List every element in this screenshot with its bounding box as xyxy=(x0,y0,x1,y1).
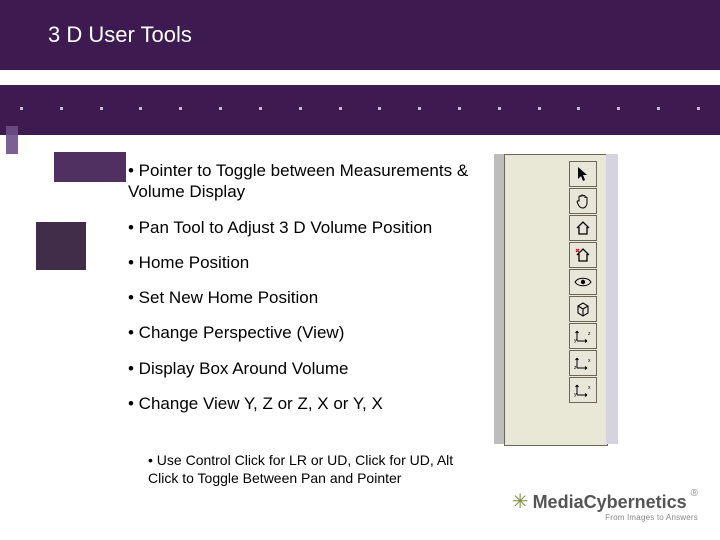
bullet-item: • Set New Home Position xyxy=(128,287,488,308)
home-tool[interactable] xyxy=(569,215,597,241)
axis-icon: yx xyxy=(574,382,592,398)
axis-icon: yz xyxy=(574,328,592,344)
view-zx-tool[interactable]: zx xyxy=(569,350,597,376)
svg-text:z: z xyxy=(588,331,591,337)
axis-icon: zx xyxy=(574,355,592,371)
brand-tagline: From Images to Answers xyxy=(512,514,698,522)
decorative-band xyxy=(0,85,720,135)
bullet-item: • Home Position xyxy=(128,252,488,273)
bullet-item: • Pan Tool to Adjust 3 D Volume Position xyxy=(128,217,488,238)
bullet-list: • Pointer to Toggle between Measurements… xyxy=(128,160,488,428)
bullet-item: • Change Perspective (View) xyxy=(128,322,488,343)
eye-icon xyxy=(574,276,592,288)
brand-name: MediaCybernetics xyxy=(533,493,687,511)
svg-text:x: x xyxy=(588,358,591,364)
perspective-tool[interactable] xyxy=(569,269,597,295)
deco-square xyxy=(36,222,86,270)
pointer-tool[interactable] xyxy=(569,161,597,187)
dot-row xyxy=(20,107,700,110)
box-tool[interactable] xyxy=(569,296,597,322)
cube-icon xyxy=(575,301,591,317)
pointer-icon xyxy=(576,166,590,182)
deco-square xyxy=(54,152,126,182)
home-icon xyxy=(575,221,591,235)
bullet-item: • Display Box Around Volume xyxy=(128,358,488,379)
view-yx-tool[interactable]: yx xyxy=(569,377,597,403)
logo-icon: ✳ xyxy=(512,492,529,512)
brand-block: ✳ MediaCybernetics ® From Images to Answ… xyxy=(512,492,698,522)
pan-tool[interactable] xyxy=(569,188,597,214)
preview-strip-left xyxy=(494,154,504,444)
usage-note: • Use Control Click for LR or UD, Click … xyxy=(148,452,478,487)
page-title: 3 D User Tools xyxy=(48,22,192,48)
home-set-icon xyxy=(575,248,591,262)
bullet-item: • Pointer to Toggle between Measurements… xyxy=(128,160,488,203)
svg-text:x: x xyxy=(588,385,591,391)
view-yz-tool[interactable]: yz xyxy=(569,323,597,349)
deco-square xyxy=(6,126,18,154)
hand-icon xyxy=(575,193,591,209)
header-bar: 3 D User Tools xyxy=(0,0,720,70)
registered-icon: ® xyxy=(691,489,698,499)
set-home-tool[interactable] xyxy=(569,242,597,268)
bullet-item: • Change View Y, Z or Z, X or Y, X xyxy=(128,393,488,414)
preview-strip-right xyxy=(606,154,618,444)
toolbar-panel: yz zx yx xyxy=(504,154,608,446)
